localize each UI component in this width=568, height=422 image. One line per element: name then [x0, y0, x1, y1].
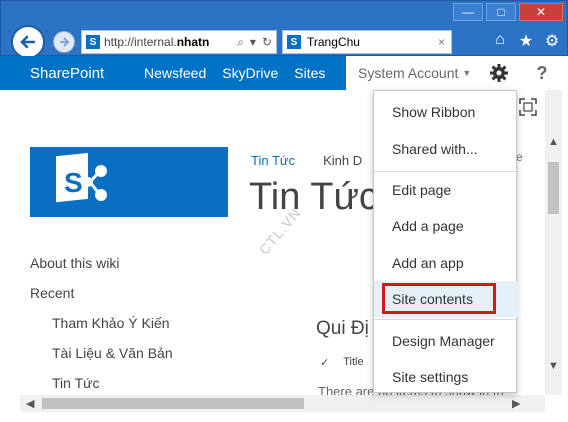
home-icon[interactable]: ⌂	[491, 31, 509, 51]
nav-sites[interactable]: Sites	[294, 65, 325, 81]
nav-skydrive[interactable]: SkyDrive	[222, 65, 278, 81]
search-icon[interactable]: ⌕	[237, 35, 244, 50]
minimize-button[interactable]: —	[453, 3, 483, 21]
tab-title: TrangChu	[307, 35, 360, 49]
vertical-scrollbar[interactable]: ▲ ▼	[545, 90, 562, 395]
menu-show-ribbon[interactable]: Show Ribbon	[374, 94, 518, 130]
ql-tai-lieu[interactable]: Tài Liệu & Văn Bản	[30, 345, 173, 375]
user-name: System Account	[358, 65, 459, 81]
scroll-right-icon[interactable]: ▶	[512, 397, 520, 410]
svg-text:S: S	[64, 167, 83, 198]
dropdown-icon[interactable]: ▾	[250, 35, 256, 50]
ql-about-wiki[interactable]: About this wiki	[30, 255, 173, 285]
column-title[interactable]: Title	[343, 356, 363, 369]
favorites-star-icon[interactable]: ★	[517, 31, 535, 51]
site-contents-highlight	[382, 283, 496, 314]
menu-edit-page[interactable]: Edit page	[374, 172, 518, 208]
menu-site-settings[interactable]: Site settings	[374, 359, 518, 395]
focus-icon[interactable]	[519, 98, 537, 116]
refresh-icon[interactable]: ↻	[262, 35, 272, 50]
scroll-left-icon[interactable]: ◀	[26, 397, 34, 410]
ql-recent[interactable]: Recent	[30, 285, 173, 315]
help-button[interactable]: ?	[516, 56, 568, 90]
top-nav: Tin Tức Kinh D	[251, 153, 362, 168]
settings-menu: Show Ribbon Shared with... Edit page Add…	[373, 90, 518, 395]
back-button[interactable]	[11, 25, 45, 59]
menu-design-manager[interactable]: Design Manager	[374, 323, 518, 359]
suite-bar: SharePoint Newsfeed SkyDrive Sites Syste…	[0, 56, 568, 90]
list-header: ✓ Title	[320, 356, 364, 369]
sharepoint-favicon: S	[287, 35, 301, 49]
scroll-up-icon[interactable]: ▲	[548, 136, 559, 148]
address-bar[interactable]: S http://internal.nhatn ⌕ ▾ ↻	[81, 30, 277, 54]
menu-shared-with[interactable]: Shared with...	[374, 131, 518, 167]
nav-newsfeed[interactable]: Newsfeed	[144, 65, 206, 81]
forward-arrow-icon	[60, 37, 70, 47]
horizontal-scrollbar[interactable]: ◀ ▶	[20, 395, 545, 412]
scroll-down-icon[interactable]: ▼	[548, 360, 559, 372]
top-nav-kinh-doanh[interactable]: Kinh D	[323, 153, 362, 168]
vertical-scroll-thumb[interactable]	[548, 162, 559, 214]
caret-down-icon: ▼	[462, 68, 472, 78]
menu-separator	[374, 319, 518, 320]
section-title: Qui Đị	[316, 318, 369, 339]
window-controls: — □ ✕	[453, 3, 563, 21]
back-arrow-icon	[20, 35, 36, 49]
tab-close-icon[interactable]: ×	[438, 35, 451, 49]
menu-add-app[interactable]: Add an app	[374, 245, 518, 281]
top-nav-tin-tuc[interactable]: Tin Tức	[251, 153, 295, 168]
menu-add-page[interactable]: Add a page	[374, 208, 518, 244]
checkmark-icon[interactable]: ✓	[320, 356, 329, 369]
ql-tham-khao[interactable]: Tham Khảo Ý Kiến	[30, 315, 173, 345]
quick-launch: About this wiki Recent Tham Khảo Ý Kiến …	[30, 255, 173, 395]
close-window-button[interactable]: ✕	[519, 3, 563, 21]
horizontal-scroll-thumb[interactable]	[42, 398, 304, 409]
suite-nav: Newsfeed SkyDrive Sites	[144, 65, 341, 81]
settings-gear-button[interactable]	[482, 56, 516, 90]
address-url: http://internal.nhatn	[104, 35, 210, 49]
site-logo[interactable]: S	[30, 147, 228, 217]
browser-chrome: — □ ✕ S http://internal.nhatn ⌕ ▾ ↻ S Tr…	[0, 0, 568, 59]
ie-toolbar: ⌂ ★ ⚙	[491, 31, 561, 51]
page-title: Tin Tức	[249, 176, 378, 218]
ql-tin-tuc[interactable]: Tin Tức	[30, 375, 173, 395]
maximize-button[interactable]: □	[486, 3, 516, 21]
sharepoint-logo-icon: S	[56, 152, 107, 203]
tools-gear-icon[interactable]: ⚙	[543, 31, 561, 51]
sharepoint-brand[interactable]: SharePoint	[30, 65, 104, 82]
gear-icon	[490, 64, 508, 82]
browser-tab[interactable]: S TrangChu ×	[282, 30, 452, 54]
sharepoint-favicon: S	[86, 35, 100, 49]
new-tab-area[interactable]	[453, 30, 477, 54]
user-menu[interactable]: System Account ▼	[346, 56, 482, 90]
forward-button[interactable]	[53, 31, 75, 53]
